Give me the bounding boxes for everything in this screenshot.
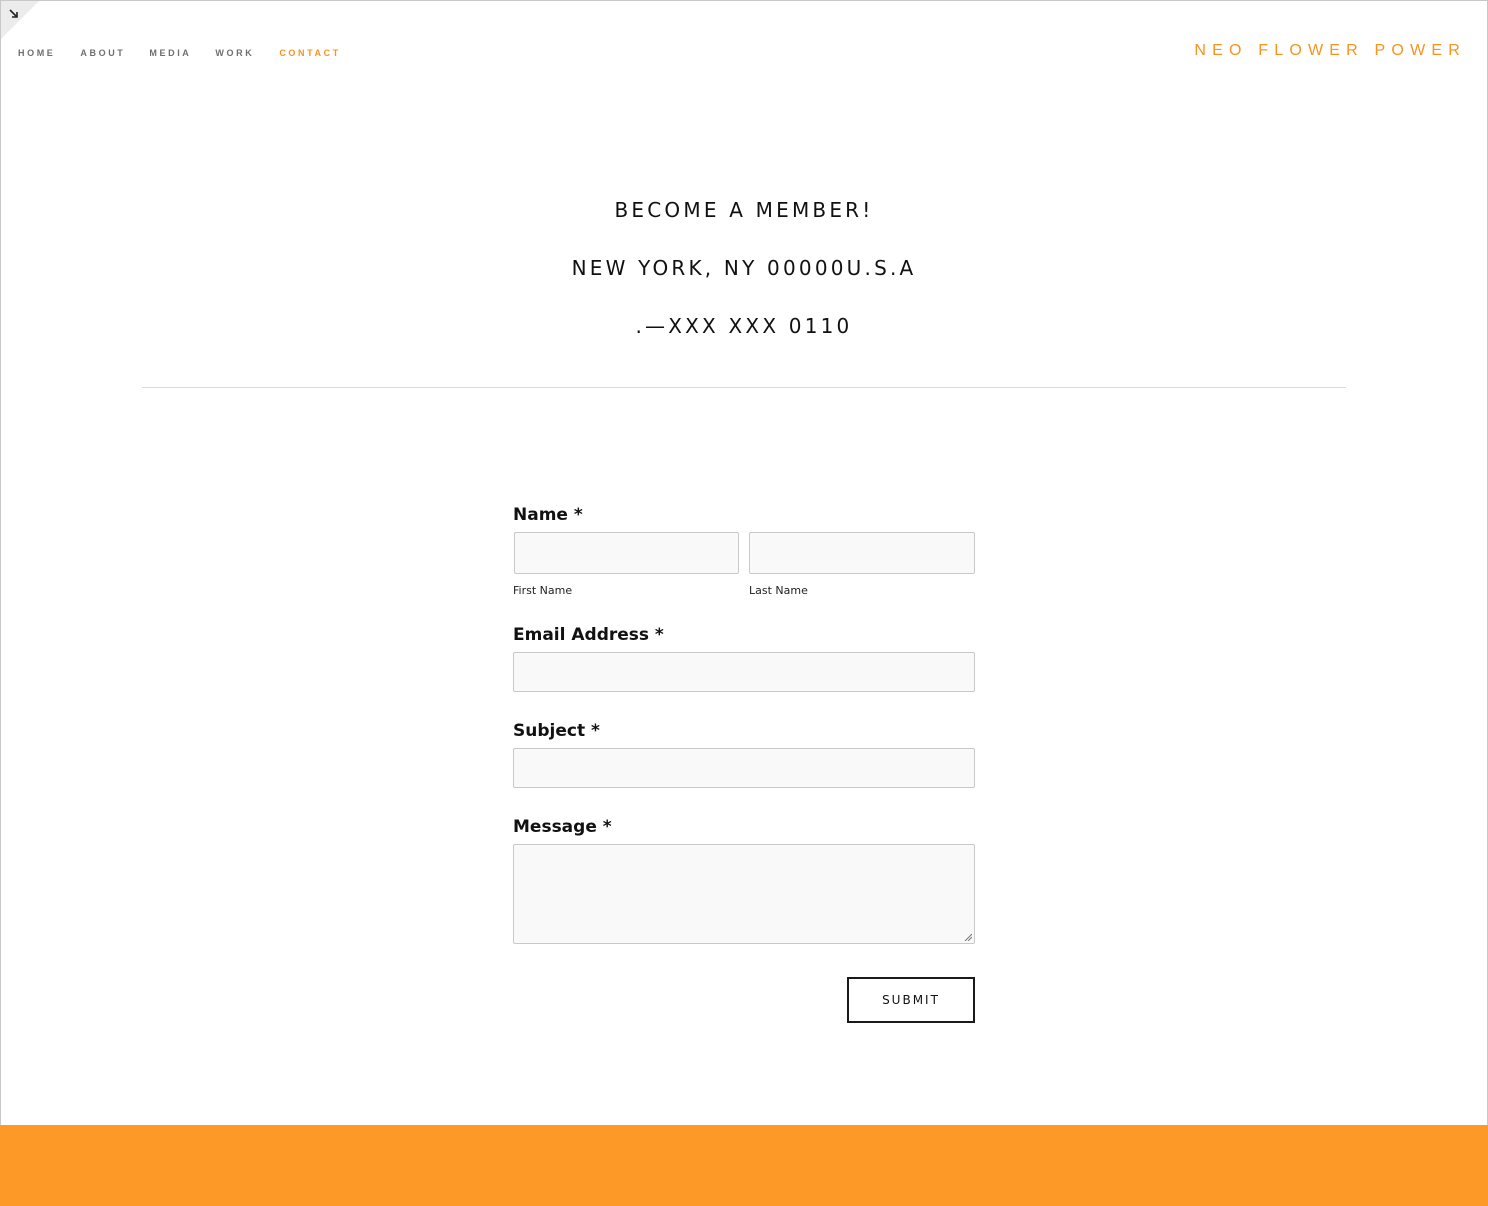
nav-item-contact[interactable]: CONTACT	[279, 48, 341, 58]
hero-heading: BECOME A MEMBER!	[614, 198, 874, 222]
last-name-label: Last Name	[749, 584, 808, 597]
first-name-label: First Name	[513, 584, 573, 597]
nav-item-home[interactable]: HOME	[18, 48, 55, 58]
email-input[interactable]	[513, 652, 975, 692]
hero-phone: .—XXX XXX 0110	[635, 314, 853, 338]
email-label: Email Address *	[513, 625, 664, 645]
site-title[interactable]: NEO FLOWER POWER	[1194, 42, 1466, 60]
message-label: Message *	[513, 817, 612, 837]
nav-item-work[interactable]: WORK	[215, 48, 254, 58]
resize-grip-icon[interactable]	[964, 933, 972, 941]
submit-button[interactable]: SUBMIT	[847, 977, 975, 1023]
hero-address: NEW YORK, NY 00000U.S.A	[571, 256, 917, 280]
name-label: Name *	[513, 505, 583, 525]
subject-input[interactable]	[513, 748, 975, 788]
message-wrapper	[513, 844, 975, 944]
main-nav: HOME ABOUT MEDIA WORK CONTACT	[18, 48, 366, 58]
message-textarea[interactable]	[513, 844, 975, 944]
last-name-input[interactable]	[749, 532, 975, 574]
page-frame	[0, 0, 1488, 1206]
first-name-input[interactable]	[514, 532, 739, 574]
subject-label: Subject *	[513, 721, 600, 741]
section-divider	[142, 387, 1346, 388]
nav-item-about[interactable]: ABOUT	[80, 48, 125, 58]
expand-arrow-icon[interactable]	[1, 1, 39, 39]
footer-bar	[0, 1125, 1488, 1206]
nav-item-media[interactable]: MEDIA	[149, 48, 191, 58]
